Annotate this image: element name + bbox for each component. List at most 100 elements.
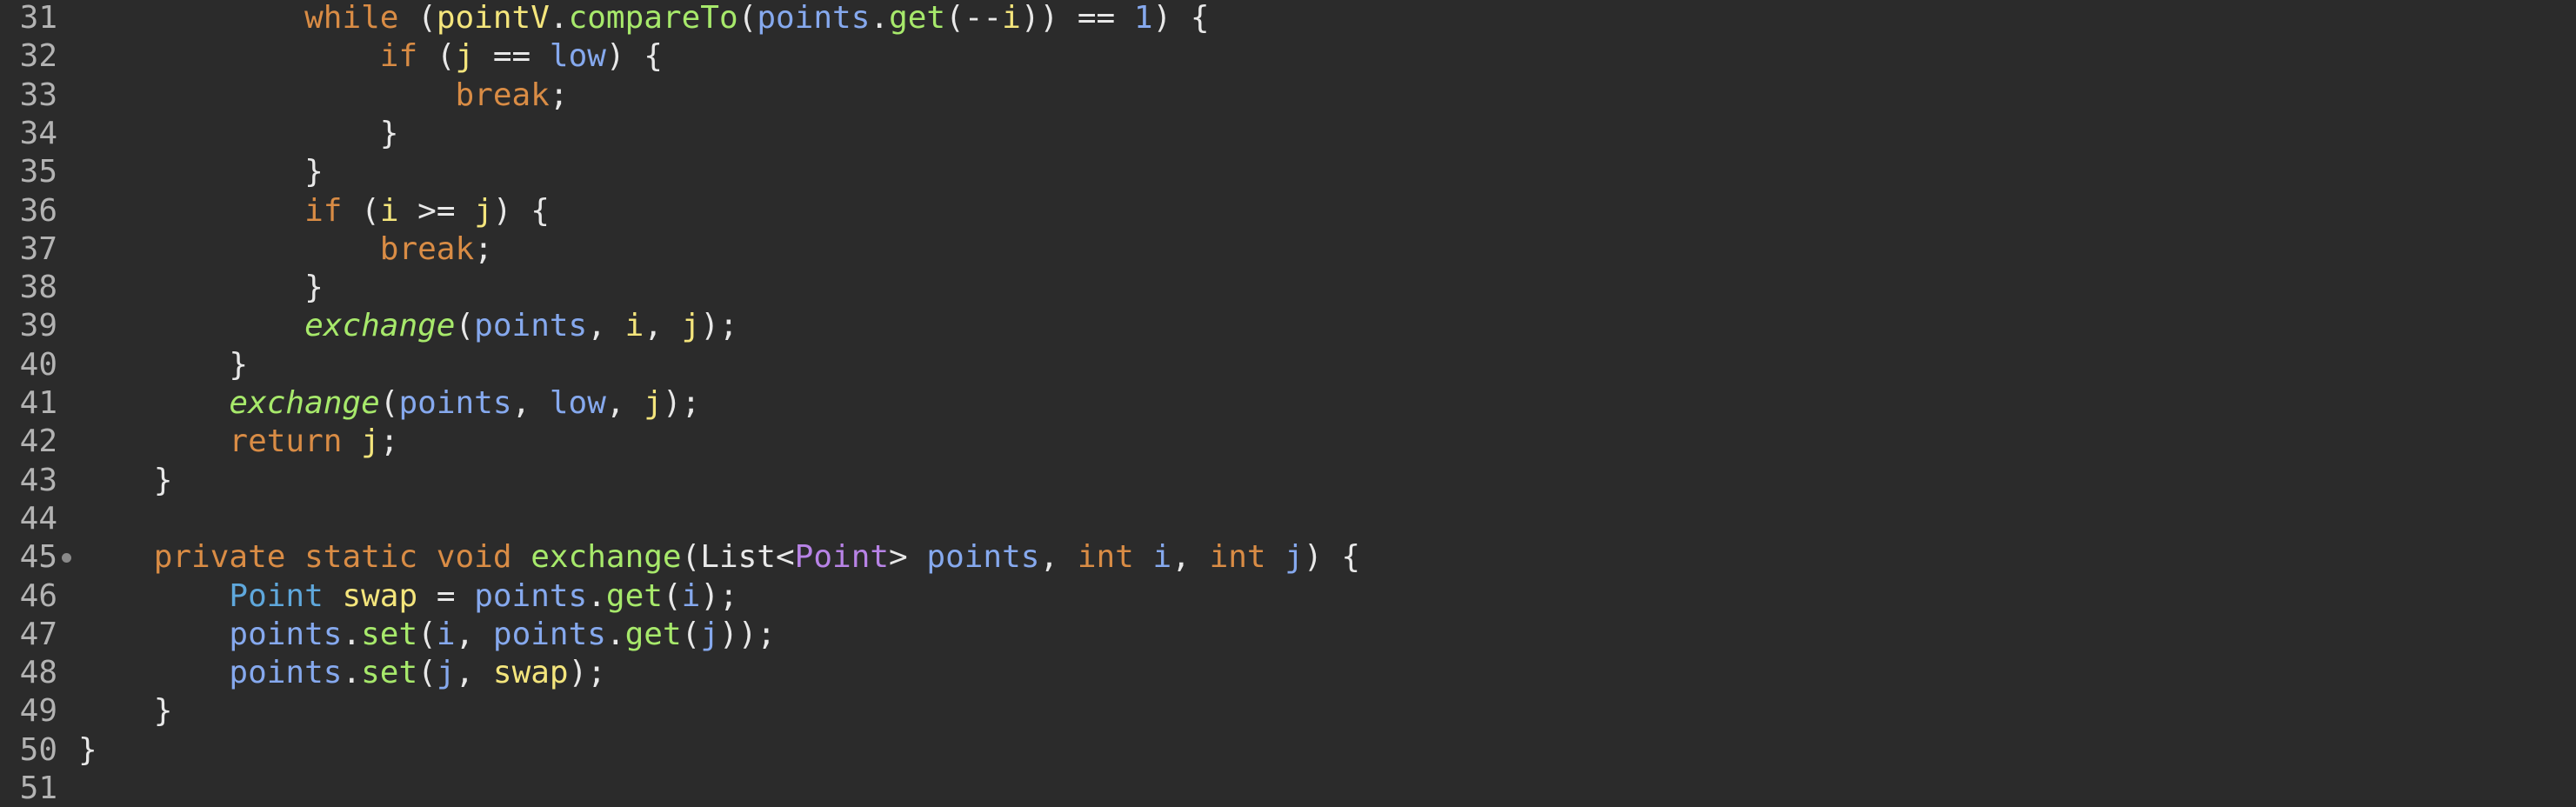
code-token: ( [417, 616, 437, 652]
code-token: while [304, 0, 399, 36]
code-token: } [78, 270, 324, 306]
code-line[interactable]: 35 } [0, 154, 2576, 190]
code-token: , [455, 655, 493, 691]
code-token: > [889, 539, 927, 576]
code-line[interactable]: 42 return j; [0, 424, 2576, 460]
code-token: j [361, 424, 380, 460]
code-token: ( [455, 308, 475, 344]
code-token: if [304, 192, 343, 229]
code-text: while (pointV.compareTo(points.get(--i))… [78, 0, 1210, 37]
code-token: i [681, 577, 701, 614]
code-line[interactable]: 33 break; [0, 77, 2576, 114]
code-token: private static void [153, 539, 512, 576]
code-token: ( [662, 577, 682, 614]
code-token: exchange [531, 539, 682, 576]
code-token: j [1285, 539, 1304, 576]
code-line[interactable]: 44 [0, 501, 2576, 537]
line-number: 41 [19, 385, 57, 421]
code-token: ( [681, 616, 701, 652]
code-text: } [78, 463, 173, 499]
code-line[interactable]: 45 private static void exchange(List<Poi… [0, 539, 2576, 576]
code-line[interactable]: 40 } [0, 347, 2576, 383]
code-token: ); [700, 308, 738, 344]
code-token: < [775, 539, 795, 576]
code-token: } [78, 154, 324, 190]
code-line[interactable]: 48 points.set(j, swap); [0, 655, 2576, 691]
code-token: ( [737, 0, 757, 36]
line-number: 50 [19, 731, 57, 768]
code-token: ( [417, 38, 456, 75]
code-text: return j; [78, 424, 399, 460]
code-token: } [78, 346, 249, 383]
code-token: i [1152, 539, 1172, 576]
line-number: 32 [19, 38, 57, 75]
code-token: ; [379, 424, 399, 460]
code-line[interactable]: 32 if (j == low) { [0, 38, 2576, 75]
code-text: } [78, 347, 248, 383]
code-line[interactable]: 37 break; [0, 231, 2576, 268]
code-token: , [605, 385, 644, 421]
code-line[interactable]: 51 [0, 770, 2576, 807]
code-token: points [229, 616, 343, 652]
code-token: . [549, 0, 569, 36]
line-number: 43 [19, 462, 57, 498]
code-line[interactable]: 41 exchange(points, low, j); [0, 385, 2576, 422]
code-line[interactable]: 43 } [0, 463, 2576, 499]
code-token: ); [568, 655, 606, 691]
code-editor[interactable]: 31 while (pointV.compareTo(points.get(--… [0, 0, 2576, 806]
code-line[interactable]: 47 points.set(i, points.get(j)); [0, 617, 2576, 653]
line-number: 38 [19, 270, 57, 306]
code-text: exchange(points, low, j); [78, 385, 700, 422]
code-token: int [1209, 539, 1266, 576]
code-line[interactable]: 36 if (i >= j) { [0, 193, 2576, 230]
code-token: i [624, 308, 644, 344]
code-token: ); [662, 385, 701, 421]
code-token: i [1002, 0, 1021, 36]
code-token: == [474, 38, 550, 75]
code-token: ( [417, 655, 437, 691]
code-token: exchange [304, 308, 456, 344]
code-token: ( [342, 192, 380, 229]
code-token: j [644, 385, 663, 421]
code-token: points [474, 308, 588, 344]
line-number: 46 [19, 577, 57, 614]
code-text: } [78, 270, 324, 306]
code-token: swap [492, 655, 569, 691]
code-line[interactable]: 39 exchange(points, i, j); [0, 308, 2576, 344]
code-token: )); [719, 616, 777, 652]
code-line[interactable]: 38 } [0, 270, 2576, 306]
code-line[interactable]: 46 Point swap = points.get(i); [0, 578, 2576, 615]
code-token: 1 [1133, 0, 1153, 36]
code-text: points.set(j, swap); [78, 655, 606, 691]
code-line[interactable]: 31 while (pointV.compareTo(points.get(--… [0, 0, 2576, 37]
code-token: )) == [1020, 0, 1134, 36]
code-token: points [757, 0, 871, 36]
code-token: . [342, 655, 362, 691]
code-token: = [417, 577, 475, 614]
code-text: if (j == low) { [78, 38, 663, 75]
code-token: i [379, 192, 399, 229]
code-token: ) { [1152, 0, 1210, 36]
breakpoint-marker-icon[interactable] [62, 553, 71, 564]
code-line[interactable]: 49 } [0, 693, 2576, 730]
line-number: 44 [19, 500, 57, 537]
code-token: ( [398, 0, 437, 36]
code-token: . [587, 577, 606, 614]
code-line[interactable]: 50} [0, 732, 2576, 769]
line-number: 31 [19, 0, 57, 36]
code-text: private static void exchange(List<Point>… [78, 539, 1360, 576]
code-line[interactable]: 34 } [0, 116, 2576, 152]
code-token: , [644, 308, 682, 344]
code-text: points.set(i, points.get(j)); [78, 617, 776, 653]
line-number: 47 [19, 616, 57, 652]
code-token: Point [794, 539, 890, 576]
code-token: } [78, 693, 173, 730]
code-text: exchange(points, i, j); [78, 308, 738, 344]
code-token: ) { [605, 38, 663, 75]
code-token: , [1039, 539, 1078, 576]
